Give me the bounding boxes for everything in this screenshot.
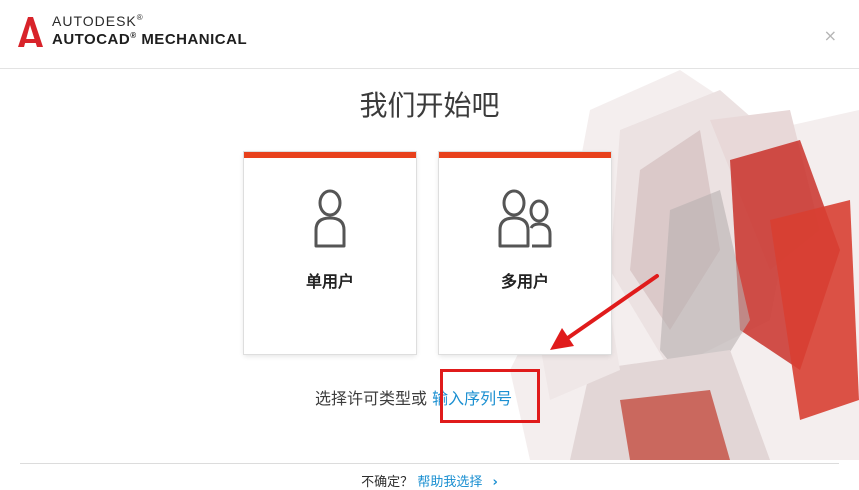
single-user-icon <box>244 188 416 248</box>
brand-autodesk: AUTODESK® <box>52 13 144 29</box>
autodesk-logo-icon <box>18 17 43 47</box>
product-name: AUTOCAD® MECHANICAL <box>52 31 248 48</box>
single-user-card[interactable]: 单用户 <box>244 152 416 354</box>
footer-divider <box>20 463 839 464</box>
annotation-highlight-box <box>440 369 540 423</box>
close-button[interactable]: × <box>824 26 837 45</box>
license-prompt-text: 选择许可类型或 <box>315 389 428 408</box>
page-title: 我们开始吧 <box>359 89 500 122</box>
single-user-label: 单用户 <box>305 272 354 291</box>
footer-question: 不确定？ <box>361 475 414 490</box>
annotation-arrow <box>550 274 659 350</box>
help-me-choose-link[interactable]: 帮助我选择 <box>417 475 482 490</box>
chevron-right-icon[interactable]: › <box>492 475 497 490</box>
footer: 不确定？ 帮助我选择 › <box>0 471 859 490</box>
header-bar: AUTODESK® AUTOCAD® MECHANICAL × <box>0 0 859 69</box>
multi-user-icon <box>439 188 611 248</box>
